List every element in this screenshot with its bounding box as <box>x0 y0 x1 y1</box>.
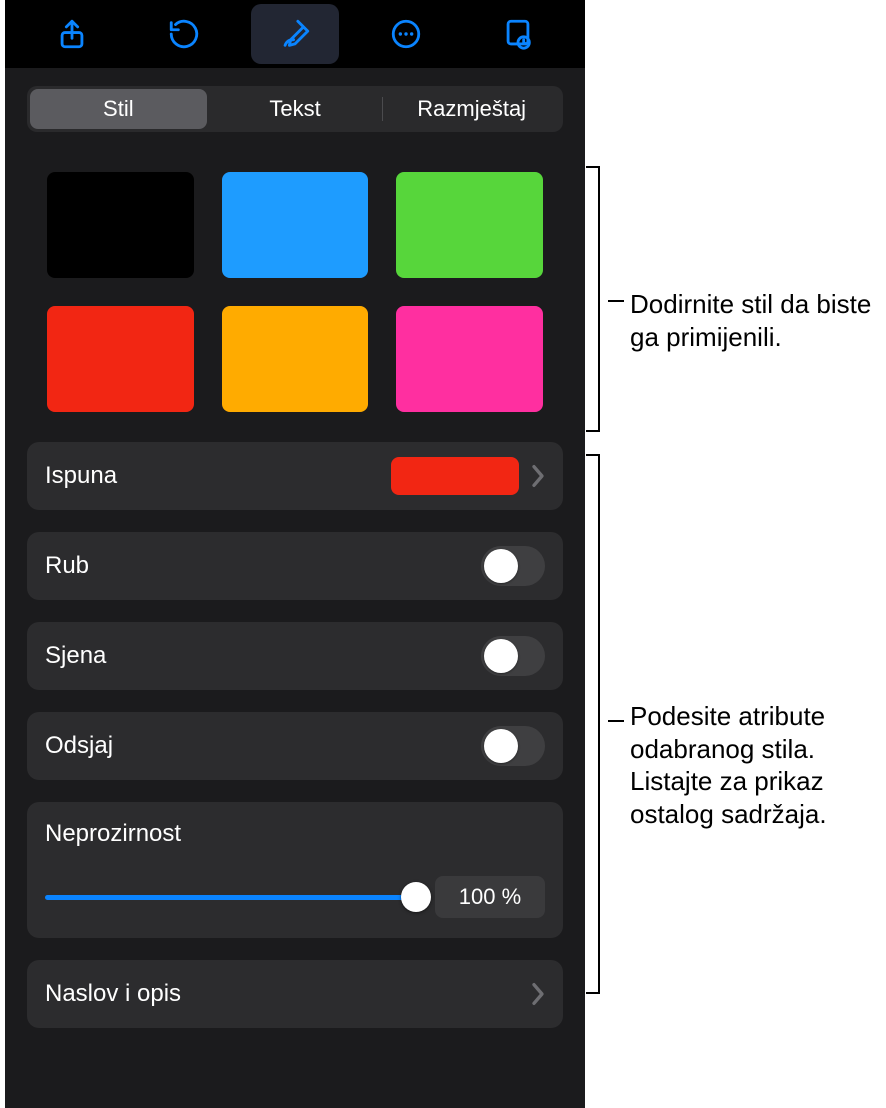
share-icon[interactable] <box>28 4 116 64</box>
shadow-row[interactable]: Sjena <box>27 622 563 690</box>
document-settings-icon[interactable] <box>474 4 562 64</box>
callout-bracket <box>598 454 600 994</box>
chevron-right-icon <box>531 982 545 1006</box>
toolbar <box>5 0 585 68</box>
tab-arrange-label: Razmještaj <box>417 96 526 122</box>
reflection-label: Odsjaj <box>45 732 481 760</box>
style-segmented-control: Stil Tekst Razmještaj <box>27 86 563 132</box>
border-label: Rub <box>45 552 481 580</box>
opacity-row: Neprozirnost 100 % <box>27 802 563 938</box>
style-swatch-black[interactable] <box>47 172 194 278</box>
tab-text[interactable]: Tekst <box>207 89 384 129</box>
opacity-value[interactable]: 100 % <box>435 876 545 918</box>
title-description-label: Naslov i opis <box>45 980 531 1008</box>
undo-icon[interactable] <box>140 4 228 64</box>
reflection-switch[interactable] <box>481 726 545 766</box>
fill-color-preview <box>391 457 519 495</box>
reflection-row[interactable]: Odsjaj <box>27 712 563 780</box>
chevron-right-icon <box>531 464 545 488</box>
callout-tick <box>608 720 624 722</box>
more-icon[interactable] <box>362 4 450 64</box>
border-row[interactable]: Rub <box>27 532 563 600</box>
opacity-label: Neprozirnost <box>45 820 545 848</box>
style-swatch-pink[interactable] <box>396 306 543 412</box>
shadow-switch[interactable] <box>481 636 545 676</box>
opacity-slider[interactable] <box>45 882 417 912</box>
callout-attributes: Podesite atribute odabranog stila. Lista… <box>630 700 880 830</box>
title-description-row[interactable]: Naslov i opis <box>27 960 563 1028</box>
callout-bracket <box>598 166 600 432</box>
tab-text-label: Tekst <box>269 96 320 122</box>
tab-arrange[interactable]: Razmještaj <box>383 89 560 129</box>
style-swatch-orange[interactable] <box>222 306 369 412</box>
format-brush-icon[interactable] <box>251 4 339 64</box>
border-switch[interactable] <box>481 546 545 586</box>
style-swatch-red[interactable] <box>47 306 194 412</box>
style-panel: Stil Tekst Razmještaj Ispun <box>5 0 585 1108</box>
attribute-rows: Ispuna Rub Sjena Odsjaj Neprozirnost <box>5 442 585 1028</box>
callout-styles: Dodirnite stil da biste ga primijenili. <box>630 288 880 353</box>
callout-tick <box>608 300 624 302</box>
style-swatches <box>5 132 585 442</box>
fill-label: Ispuna <box>45 462 391 490</box>
tab-style[interactable]: Stil <box>30 89 207 129</box>
fill-row[interactable]: Ispuna <box>27 442 563 510</box>
tab-style-label: Stil <box>103 96 134 122</box>
style-swatch-green[interactable] <box>396 172 543 278</box>
shadow-label: Sjena <box>45 642 481 670</box>
style-swatch-blue[interactable] <box>222 172 369 278</box>
